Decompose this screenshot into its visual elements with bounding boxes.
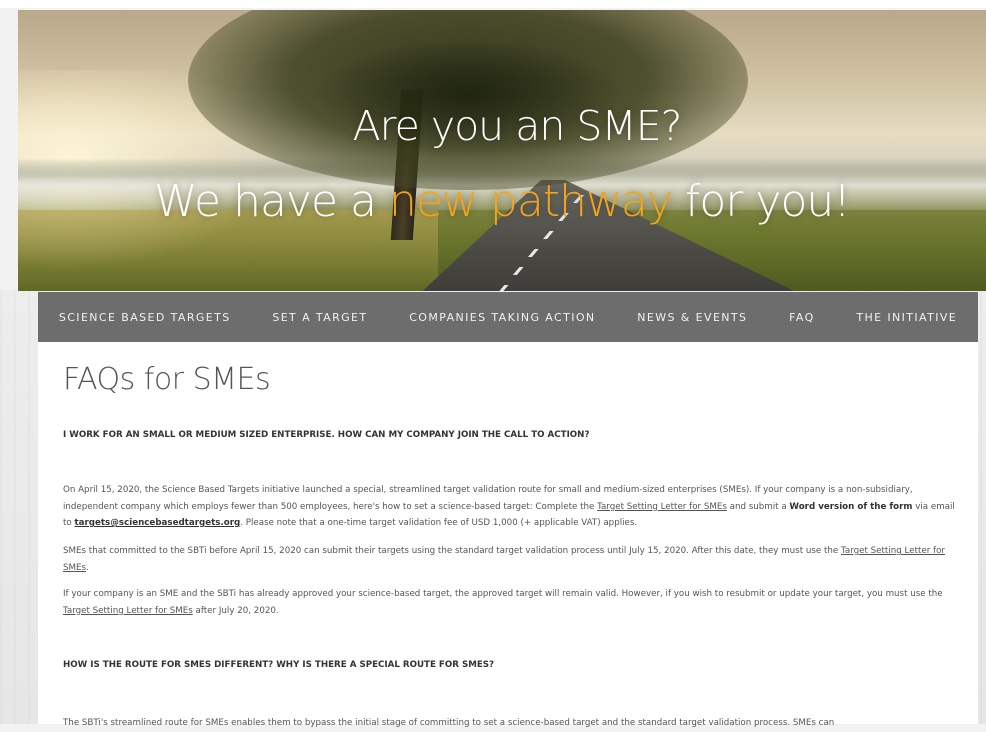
top-rule <box>0 0 986 8</box>
target-setting-letter-link[interactable]: Target Setting Letter for SMEs <box>597 502 727 512</box>
banner-line-2: We have a new pathway for you! <box>18 176 986 227</box>
faq-question-1: I WORK FOR AN SMALL OR MEDIUM SIZED ENTE… <box>63 430 590 440</box>
nav-item-news-events[interactable]: NEWS & EVENTS <box>629 311 755 324</box>
p3-text-b: after July 20, 2020. <box>192 605 279 616</box>
faq-answer-1-paragraph-2: SMEs that committed to the SBTi before A… <box>63 543 963 576</box>
banner-line-1: Are you an SME? <box>18 102 986 150</box>
nav-item-the-initiative[interactable]: THE INITIATIVE <box>848 311 965 324</box>
p2-text-a: SMEs that committed to the SBTi before A… <box>63 546 842 556</box>
p3-text-a: If your company is an SME and the SBTi h… <box>63 589 943 599</box>
banner-line-2-start: We have a <box>154 176 389 227</box>
p1-text-b: and submit a <box>726 501 790 512</box>
page-title: FAQs for SMEs <box>63 362 271 397</box>
nav-item-companies-taking-action[interactable]: COMPANIES TAKING ACTION <box>401 311 603 324</box>
nav-item-science-based-targets[interactable]: SCIENCE BASED TARGETS <box>51 311 239 324</box>
banner-line-1-text: Are you an SME? <box>352 102 683 150</box>
word-version-label: Word version of the form <box>789 501 913 512</box>
target-setting-letter-link-3[interactable]: Target Setting Letter for SMEs <box>63 606 193 616</box>
p1-text-d: . Please note that a one-time target val… <box>240 518 638 528</box>
faq-answer-1-paragraph-1: On April 15, 2020, the Science Based Tar… <box>63 482 963 532</box>
p2-text-b: . <box>86 562 89 573</box>
main-nav: SCIENCE BASED TARGETS SET A TARGET COMPA… <box>38 292 978 342</box>
faq-answer-2-paragraph-1: The SBTi's streamlined route for SMEs en… <box>63 718 835 728</box>
banner-headline: Are you an SME? We have a new pathway fo… <box>18 10 986 291</box>
banner-line-2-end: for you! <box>671 176 851 227</box>
email-link[interactable]: targets@sciencebasedtargets.org <box>74 518 240 528</box>
faq-answer-1-paragraph-3: If your company is an SME and the SBTi h… <box>63 586 963 619</box>
faq-question-2: HOW IS THE ROUTE FOR SMES DIFFERENT? WHY… <box>63 660 495 670</box>
banner-line-2-highlight: new pathway <box>388 176 673 227</box>
hero-banner: Are you an SME? We have a new pathway fo… <box>18 10 986 291</box>
nav-item-set-a-target[interactable]: SET A TARGET <box>264 311 375 324</box>
nav-item-faq[interactable]: FAQ <box>781 311 823 324</box>
content-panel: FAQs for SMEs I WORK FOR AN SMALL OR MED… <box>38 342 978 728</box>
